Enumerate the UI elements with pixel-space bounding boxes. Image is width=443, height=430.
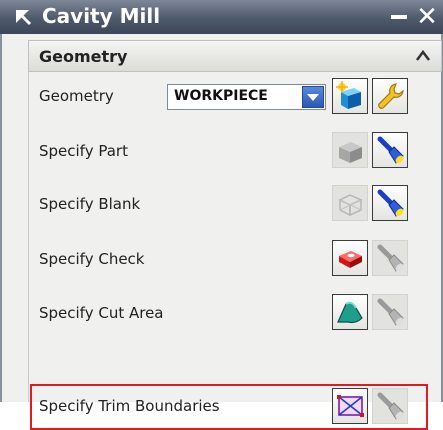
- geometry-section-body: Geometry WORKPIECE Specify Part Specify …: [28, 72, 442, 430]
- specify-blank-label: Specify Blank: [39, 195, 141, 213]
- dropdown-arrow-icon[interactable]: [302, 86, 324, 108]
- edit-geometry-button[interactable]: [372, 78, 408, 114]
- section-title: Geometry: [39, 47, 128, 66]
- collapse-chevron-icon[interactable]: [415, 47, 431, 65]
- cut-area-icon: [337, 301, 363, 324]
- specify-trim-boundaries-label: Specify Trim Boundaries: [39, 397, 220, 415]
- geometry-select[interactable]: WORKPIECE: [167, 84, 326, 110]
- window-titlebar: Cavity Mill ✕: [0, 0, 443, 34]
- display-part-button[interactable]: [372, 132, 408, 168]
- flashlight-icon: [377, 136, 404, 164]
- close-icon[interactable]: ✕: [412, 2, 442, 32]
- geometry-label: Geometry: [39, 87, 114, 105]
- check-geometry-icon: [339, 251, 362, 268]
- select-blank-button[interactable]: [332, 185, 368, 221]
- select-trim-boundaries-button[interactable]: [332, 388, 368, 424]
- minimize-icon[interactable]: [388, 4, 410, 30]
- dialog-panel: Geometry Geometry WORKPIECE Specify Part…: [0, 34, 443, 430]
- specify-part-label: Specify Part: [39, 142, 128, 160]
- specify-cut-area-label: Specify Cut Area: [39, 304, 164, 322]
- display-cut-area-button[interactable]: [372, 294, 408, 330]
- flashlight-icon: [377, 244, 404, 272]
- display-blank-button[interactable]: [372, 185, 408, 221]
- geometry-section-header[interactable]: Geometry: [28, 40, 442, 72]
- window-title: Cavity Mill: [42, 4, 161, 28]
- select-check-button[interactable]: [332, 240, 368, 276]
- select-part-button[interactable]: [332, 132, 368, 168]
- flashlight-icon: [377, 189, 404, 217]
- wrench-icon: [378, 83, 404, 109]
- specify-check-label: Specify Check: [39, 250, 145, 268]
- new-geometry-icon: [336, 81, 361, 109]
- part-icon: [339, 142, 362, 163]
- blank-icon: [338, 194, 363, 217]
- flashlight-icon: [377, 298, 404, 326]
- display-trim-boundaries-button[interactable]: [372, 388, 408, 424]
- select-cut-area-button[interactable]: [332, 294, 368, 330]
- display-check-button[interactable]: [372, 240, 408, 276]
- flashlight-icon: [377, 392, 404, 420]
- trim-boundary-icon: [337, 395, 364, 417]
- geometry-select-value: WORKPIECE: [174, 88, 268, 104]
- dialog-arrow-icon: [16, 10, 32, 26]
- new-geometry-button[interactable]: [332, 78, 368, 114]
